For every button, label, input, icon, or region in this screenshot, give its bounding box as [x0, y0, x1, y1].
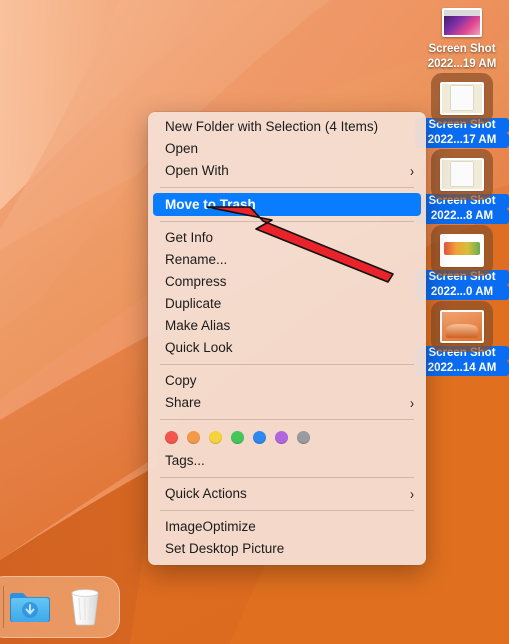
desktop-icon-label-line2: 2022...8 AM: [415, 209, 509, 224]
screenshot-preview-icon: [431, 148, 493, 200]
dock: [0, 576, 120, 638]
menu-item-label: Set Desktop Picture: [165, 541, 285, 556]
desktop-icon-label-line2: 2022...14 AM: [415, 361, 509, 376]
menu-item-label: Duplicate: [165, 296, 222, 311]
desktop-icon-label-line2: 2022...0 AM: [415, 285, 509, 300]
tag-yellow-swatch[interactable]: [209, 431, 222, 444]
screenshot-preview-icon: [431, 300, 493, 352]
desktop-icon-screenshot-3[interactable]: Screen Shot 2022...8 AM: [415, 148, 509, 224]
menu-item-tags[interactable]: Tags...: [148, 450, 426, 472]
chevron-right-icon: ›: [410, 394, 414, 412]
screenshot-preview-icon: [442, 7, 482, 37]
menu-item-set-desktop-picture[interactable]: Set Desktop Picture: [148, 538, 426, 560]
chevron-right-icon: ›: [410, 485, 414, 503]
trash-icon: [71, 589, 99, 626]
desktop-icon-label-line2: 2022...19 AM: [427, 58, 497, 70]
context-menu: New Folder with Selection (4 Items) Open…: [148, 112, 426, 565]
desktop-icon-label-line1: Screen Shot: [415, 270, 509, 285]
desktop-icon-screenshot-2[interactable]: Screen Shot 2022...17 AM: [415, 72, 509, 148]
menu-item-label: Rename...: [165, 252, 228, 267]
screenshot-preview-icon: [431, 224, 493, 276]
desktop-icon-label-line1: Screen Shot: [428, 43, 496, 55]
menu-item-compress[interactable]: Compress: [148, 271, 426, 293]
desktop-icon-screenshot-5[interactable]: Screen Shot 2022...14 AM: [415, 300, 509, 376]
menu-item-new-folder-with-selection[interactable]: New Folder with Selection (4 Items): [148, 116, 426, 138]
menu-separator: [160, 477, 414, 478]
menu-item-make-alias[interactable]: Make Alias: [148, 315, 426, 337]
menu-item-quick-actions[interactable]: Quick Actions ›: [148, 483, 426, 505]
menu-item-label: Copy: [165, 373, 197, 388]
menu-item-label: Compress: [165, 274, 227, 289]
menu-item-label: Quick Look: [165, 340, 233, 355]
tag-green-swatch[interactable]: [231, 431, 244, 444]
tag-orange-swatch[interactable]: [187, 431, 200, 444]
desktop-icon-grid: Screen Shot 2022...19 AM Screen Shot 202…: [415, 0, 509, 390]
dock-separator: [3, 586, 4, 628]
menu-item-imageoptimize[interactable]: ImageOptimize: [148, 516, 426, 538]
menu-item-label: Tags...: [165, 453, 205, 468]
desktop-icon-thumbnail: [415, 224, 509, 276]
menu-item-share[interactable]: Share ›: [148, 392, 426, 414]
desktop-icon-label-line1: Screen Shot: [415, 346, 509, 361]
desktop-icon-thumbnail: [415, 148, 509, 200]
tag-color-swatch-row: [148, 425, 426, 450]
chevron-right-icon: ›: [410, 162, 414, 180]
menu-item-label: New Folder with Selection (4 Items): [165, 119, 379, 134]
menu-item-label: Move to Trash: [165, 197, 256, 212]
tag-red-swatch[interactable]: [165, 431, 178, 444]
screenshot-preview-icon: [431, 72, 493, 124]
menu-item-rename[interactable]: Rename...: [148, 249, 426, 271]
desktop-icon-screenshot-1[interactable]: Screen Shot 2022...19 AM: [415, 2, 509, 72]
menu-separator: [160, 187, 414, 188]
menu-item-duplicate[interactable]: Duplicate: [148, 293, 426, 315]
dock-item-downloads-folder[interactable]: [6, 583, 54, 631]
menu-item-label: Open: [165, 141, 199, 156]
tag-blue-swatch[interactable]: [253, 431, 266, 444]
downloads-folder-icon: [10, 593, 50, 622]
menu-item-copy[interactable]: Copy: [148, 370, 426, 392]
menu-item-open-with[interactable]: Open With ›: [148, 160, 426, 182]
menu-item-label: Share: [165, 395, 202, 410]
menu-item-label: Get Info: [165, 230, 214, 245]
desktop-icon-label-line1: Screen Shot: [415, 118, 509, 133]
tag-purple-swatch[interactable]: [275, 431, 288, 444]
menu-separator: [160, 364, 414, 365]
dock-item-trash[interactable]: [61, 583, 109, 631]
desktop-icon-thumbnail: [415, 72, 509, 124]
menu-separator: [160, 510, 414, 511]
menu-item-open[interactable]: Open: [148, 138, 426, 160]
desktop-icon-thumbnail: [415, 300, 509, 352]
desktop-icon-label-line1: Screen Shot: [415, 194, 509, 209]
menu-item-label: Make Alias: [165, 318, 231, 333]
menu-separator: [160, 419, 414, 420]
menu-item-get-info[interactable]: Get Info: [148, 227, 426, 249]
desktop-icon-screenshot-4[interactable]: Screen Shot 2022...0 AM: [415, 224, 509, 300]
desktop-icon-thumbnail: [415, 2, 509, 42]
desktop-icon-label-line2: 2022...17 AM: [415, 133, 509, 148]
menu-item-label: Quick Actions: [165, 486, 247, 501]
menu-item-label: Open With: [165, 163, 229, 178]
menu-item-label: ImageOptimize: [165, 519, 256, 534]
menu-separator: [160, 221, 414, 222]
menu-item-quick-look[interactable]: Quick Look: [148, 337, 426, 359]
tag-gray-swatch[interactable]: [297, 431, 310, 444]
menu-item-move-to-trash[interactable]: Move to Trash: [153, 193, 421, 216]
